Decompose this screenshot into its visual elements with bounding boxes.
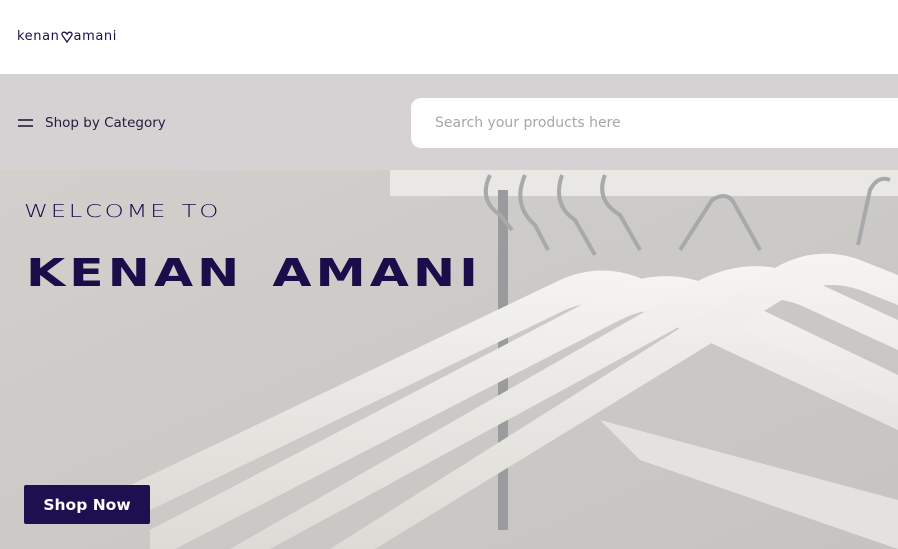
heart-icon (60, 31, 73, 43)
welcome-heading: welcome to (24, 194, 222, 223)
brand-heading: kenan amani (26, 236, 482, 299)
category-label: Shop by Category (45, 115, 166, 131)
menu-icon (18, 119, 33, 127)
shop-by-category-button[interactable]: Shop by Category (18, 111, 166, 135)
logo[interactable]: kenan amani (17, 24, 117, 48)
search-input[interactable] (411, 98, 898, 148)
site-header: kenan amani (0, 0, 898, 74)
shop-now-button[interactable]: Shop Now (24, 485, 150, 524)
logo-text-left: kenan (17, 28, 60, 44)
logo-text-right: amani (73, 28, 117, 44)
